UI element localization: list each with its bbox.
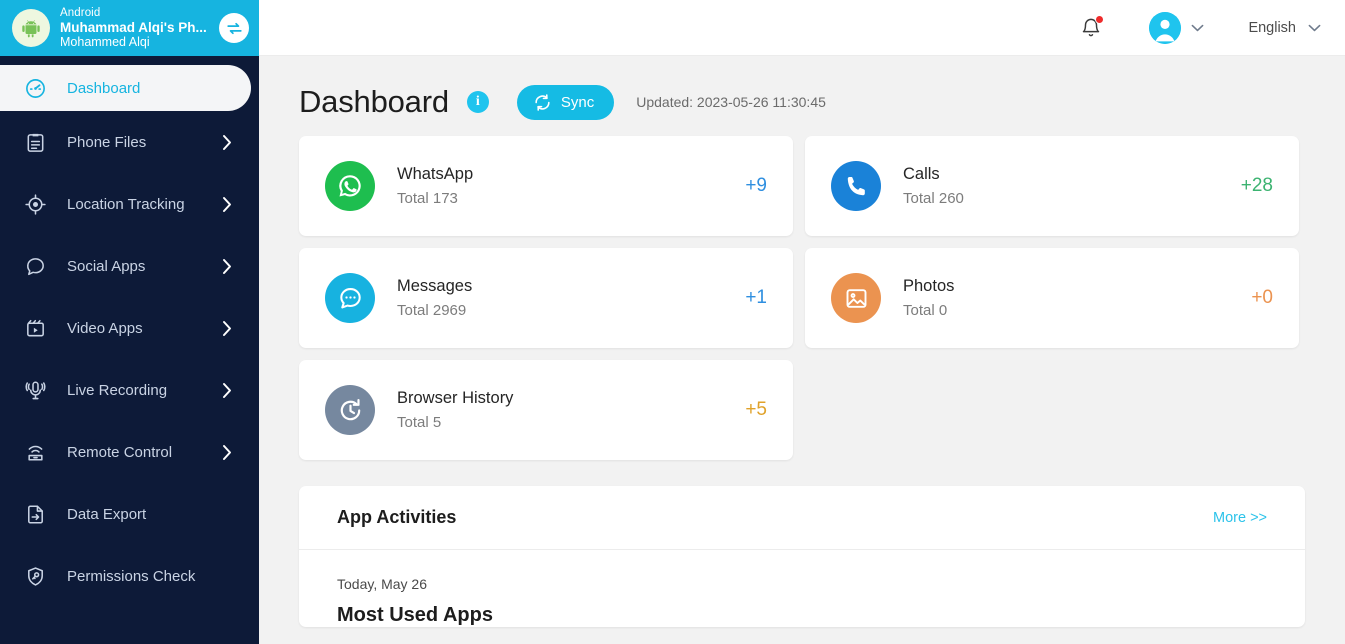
stat-card-delta: +1	[745, 287, 767, 308]
language-selector[interactable]: English	[1248, 20, 1321, 36]
chevron-right-icon	[221, 134, 233, 151]
content-area: Dashboard i Sync Updated: 2023-05-26 11:…	[259, 56, 1345, 644]
chevron-right-icon	[221, 382, 233, 399]
stat-card-delta: +5	[745, 399, 767, 420]
app-activities-more-link[interactable]: More >>	[1213, 510, 1267, 526]
sidebar-item-label: Permissions Check	[67, 567, 196, 585]
device-os: Android	[60, 7, 101, 19]
most-used-apps-title: Most Used Apps	[337, 604, 493, 626]
browser-history-icon	[325, 385, 375, 435]
device-header: Android Muhammad Alqi's Ph... Mohammed A…	[0, 0, 259, 56]
stat-card-name: Photos	[903, 277, 955, 295]
chevron-right-icon	[221, 444, 233, 461]
topbar: English	[259, 0, 1345, 56]
app-activities-title: App Activities	[337, 507, 457, 527]
sidebar-nav: Dashboard Phone Files Location Tracking …	[0, 56, 259, 607]
app-activities-body: Today, May 26 Most Used Apps	[299, 550, 1305, 627]
photos-icon	[831, 273, 881, 323]
stat-card-browser-history[interactable]: Browser History Total 5 +5	[299, 360, 793, 460]
sidebar-item-phone-files[interactable]: Phone Files	[0, 111, 259, 173]
permissions-check-icon	[22, 563, 48, 589]
sidebar: Android Muhammad Alqi's Ph... Mohammed A…	[0, 0, 259, 644]
stat-cards: WhatsApp Total 173 +9 Calls Total 260 +2…	[299, 136, 1305, 460]
sidebar-item-social-apps[interactable]: Social Apps	[0, 235, 259, 297]
stat-card-total: Total 173	[397, 190, 458, 207]
main-area: English Dashboard i Sync Updated: 2023-0…	[259, 0, 1345, 644]
messages-icon	[325, 273, 375, 323]
chevron-right-icon	[221, 196, 233, 213]
phone-files-icon	[22, 129, 48, 155]
stat-card-text: Browser History Total 5	[397, 389, 745, 431]
sidebar-item-label: Live Recording	[67, 381, 168, 399]
stat-card-text: Messages Total 2969	[397, 277, 745, 319]
stat-card-whatsapp[interactable]: WhatsApp Total 173 +9	[299, 136, 793, 236]
stat-card-total: Total 2969	[397, 302, 467, 319]
app-activities-header: App Activities More >>	[299, 486, 1305, 550]
sidebar-item-video-apps[interactable]: Video Apps	[0, 297, 259, 359]
stat-card-delta: +9	[745, 175, 767, 196]
stat-card-name: WhatsApp	[397, 165, 474, 183]
sidebar-item-remote-control[interactable]: Remote Control	[0, 421, 259, 483]
stat-card-name: Messages	[397, 277, 473, 295]
sidebar-item-label: Remote Control	[67, 443, 173, 461]
remote-control-icon	[22, 439, 48, 465]
stat-card-name: Browser History	[397, 389, 514, 407]
chevron-down-icon	[1191, 19, 1204, 37]
activity-day-label: Today, May 26	[337, 576, 428, 592]
social-apps-icon	[22, 253, 48, 279]
page-header: Dashboard i Sync Updated: 2023-05-26 11:…	[299, 56, 1305, 128]
stat-card-total: Total 0	[903, 302, 948, 319]
sidebar-item-data-export[interactable]: Data Export	[0, 483, 259, 545]
video-apps-icon	[22, 315, 48, 341]
stat-card-text: Calls Total 260	[903, 165, 1241, 207]
sidebar-item-location-tracking[interactable]: Location Tracking	[0, 173, 259, 235]
sidebar-item-label: Video Apps	[67, 319, 143, 337]
sidebar-item-permissions-check[interactable]: Permissions Check	[0, 545, 259, 607]
app-activities-panel: App Activities More >> Today, May 26 Mos…	[299, 486, 1305, 627]
stat-card-text: WhatsApp Total 173	[397, 165, 745, 207]
user-menu[interactable]	[1149, 11, 1204, 44]
live-recording-icon	[22, 377, 48, 403]
sidebar-item-label: Dashboard	[67, 79, 141, 97]
notification-badge	[1095, 14, 1105, 24]
phone-call-icon	[831, 161, 881, 211]
sidebar-item-label: Phone Files	[67, 133, 147, 151]
device-user: Mohammed Alqi	[60, 34, 150, 49]
info-icon[interactable]: i	[466, 91, 489, 113]
stat-card-total: Total 5	[397, 414, 442, 431]
chevron-right-icon	[221, 320, 233, 337]
device-name: Muhammad Alqi's Ph...	[60, 19, 207, 35]
stat-card-messages[interactable]: Messages Total 2969 +1	[299, 248, 793, 348]
dashboard-icon	[22, 75, 48, 101]
sync-button[interactable]: Sync	[516, 84, 615, 120]
data-export-icon	[22, 501, 48, 527]
user-avatar-icon	[1149, 11, 1182, 44]
location-tracking-icon	[22, 191, 48, 217]
stat-card-calls[interactable]: Calls Total 260 +28	[805, 136, 1299, 236]
sync-label: Sync	[560, 93, 595, 111]
android-icon	[12, 9, 50, 47]
sidebar-item-label: Social Apps	[67, 257, 146, 275]
stat-card-total: Total 260	[903, 190, 964, 207]
stat-card-photos[interactable]: Photos Total 0 +0	[805, 248, 1299, 348]
chevron-right-icon	[221, 258, 233, 275]
language-label: English	[1248, 19, 1296, 36]
page-title: Dashboard	[299, 84, 449, 119]
stat-card-name: Calls	[903, 165, 940, 183]
sidebar-item-live-recording[interactable]: Live Recording	[0, 359, 259, 421]
sidebar-item-label: Data Export	[67, 505, 147, 523]
notifications-button[interactable]	[1077, 14, 1105, 42]
sync-icon	[533, 93, 552, 112]
switch-device-icon[interactable]	[219, 13, 249, 43]
app-root: Android Muhammad Alqi's Ph... Mohammed A…	[0, 0, 1345, 644]
sidebar-item-label: Location Tracking	[67, 195, 185, 213]
sidebar-item-dashboard[interactable]: Dashboard	[0, 65, 251, 111]
stat-card-text: Photos Total 0	[903, 277, 1251, 319]
chevron-down-icon	[1308, 20, 1321, 36]
stat-card-delta: +0	[1251, 287, 1273, 308]
updated-timestamp: Updated: 2023-05-26 11:30:45	[636, 94, 826, 110]
stat-card-delta: +28	[1240, 175, 1273, 196]
whatsapp-icon	[325, 161, 375, 211]
